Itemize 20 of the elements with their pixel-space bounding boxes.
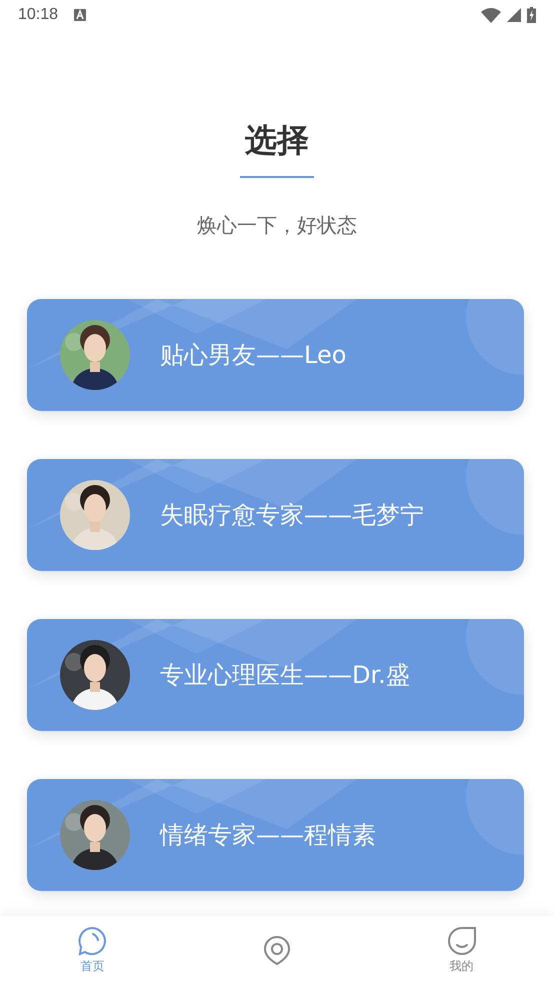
status-time: 10:18: [18, 6, 58, 24]
signal-icon: [507, 8, 521, 22]
battery-icon: [527, 7, 536, 23]
chat-icon: [77, 926, 108, 956]
nav-tab[interactable]: 首页: [0, 916, 185, 984]
persona-card[interactable]: 失眠疗愈专家——毛梦宁: [27, 459, 524, 571]
wifi-icon: [481, 8, 501, 22]
persona-name: 贴心男友——Leo: [160, 340, 346, 371]
persona-name: 专业心理医生——Dr.盛: [160, 660, 410, 691]
location-pin-icon: [262, 935, 292, 965]
subtitle: 焕心一下，好状态: [197, 212, 357, 239]
notification-icon: [74, 9, 86, 21]
persona-card[interactable]: 情绪专家——程情素: [27, 779, 524, 891]
persona-name: 情绪专家——程情素: [160, 820, 376, 851]
nav-tab[interactable]: 我的: [369, 916, 554, 984]
persona-card[interactable]: 专业心理医生——Dr.盛: [27, 619, 524, 731]
smile-icon: [446, 926, 477, 956]
page-title: 选择: [245, 120, 309, 161]
persona-name: 失眠疗愈专家——毛梦宁: [160, 500, 424, 531]
persona-card[interactable]: 贴心男友——Leo: [27, 299, 524, 411]
